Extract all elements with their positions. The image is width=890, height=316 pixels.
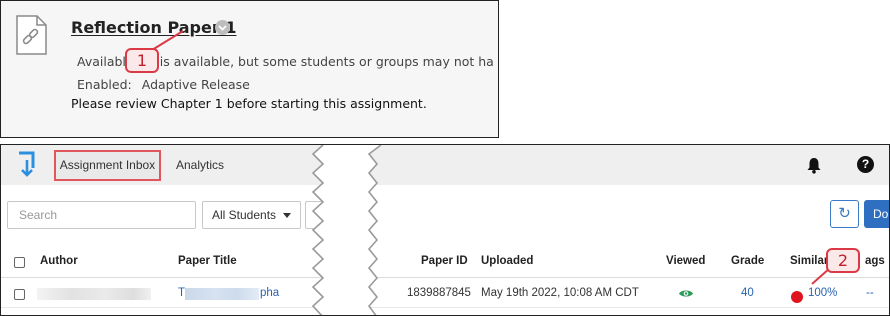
column-paper-title[interactable]: Paper Title [178,255,237,267]
download-button[interactable]: Do [864,200,889,228]
paper-title-tail[interactable]: pha [260,287,279,299]
column-flags[interactable]: ags [865,255,885,267]
enabled-label: Enabled: [77,77,132,92]
help-icon[interactable]: ? [857,156,874,173]
paper-title-redacted[interactable] [185,288,259,300]
tab-assignment-inbox[interactable]: Assignment Inbox [54,150,161,181]
column-grade[interactable]: Grade [731,255,764,267]
author-name-redacted [37,288,151,300]
callout-badge-2: 2 [826,248,860,273]
similarity-dot-icon [791,291,803,303]
turnitin-inbox-panel: Assignment Inbox Analytics ? Search All … [0,144,890,316]
students-filter-select[interactable]: All Students [202,201,301,229]
search-input[interactable]: Search [7,201,196,229]
turnitin-logo-icon[interactable] [15,151,39,177]
paper-title-initial[interactable]: T [178,287,185,299]
callout-badge-1: 1 [125,48,159,73]
select-all-checkbox[interactable] [14,257,25,268]
enabled-line: Enabled: Adaptive Release [77,77,250,92]
item-title-link[interactable]: Reflection Paper 1 [71,18,236,37]
column-similarity[interactable]: Similar [790,255,828,267]
tab-analytics[interactable]: Analytics [176,158,224,172]
column-uploaded[interactable]: Uploaded [481,255,533,267]
header-divider [1,277,889,278]
bell-icon[interactable] [805,156,823,174]
caret-down-icon [283,213,291,218]
column-viewed[interactable]: Viewed [666,255,705,267]
attachment-file-icon [16,15,47,55]
torn-page-separator [311,145,381,315]
similarity-score[interactable]: 100% [808,287,837,299]
paper-id-value: 1839887845 [407,287,471,299]
column-author[interactable]: Author [40,255,78,267]
column-paper-id[interactable]: Paper ID [421,255,468,267]
availability-message: em is available, but some students or gr… [135,54,494,69]
students-filter-value: All Students [212,208,277,222]
enabled-value: Adaptive Release [141,77,250,92]
row-checkbox[interactable] [14,289,25,300]
uploaded-value: May 19th 2022, 10:08 AM CDT [481,287,639,299]
top-navigation-bar: Assignment Inbox Analytics ? [1,145,889,185]
row-divider [1,307,889,308]
content-item-panel: Reflection Paper 1 Availabl em is availab… [0,0,499,138]
options-chevron-icon[interactable] [215,20,230,35]
item-description: Please review Chapter 1 before starting … [71,96,427,111]
availability-label: Availabl [77,54,126,69]
grade-value[interactable]: 40 [741,287,754,299]
flags-value: -- [866,287,874,299]
refresh-button[interactable]: ↻ [830,200,859,228]
eye-icon [679,290,693,297]
